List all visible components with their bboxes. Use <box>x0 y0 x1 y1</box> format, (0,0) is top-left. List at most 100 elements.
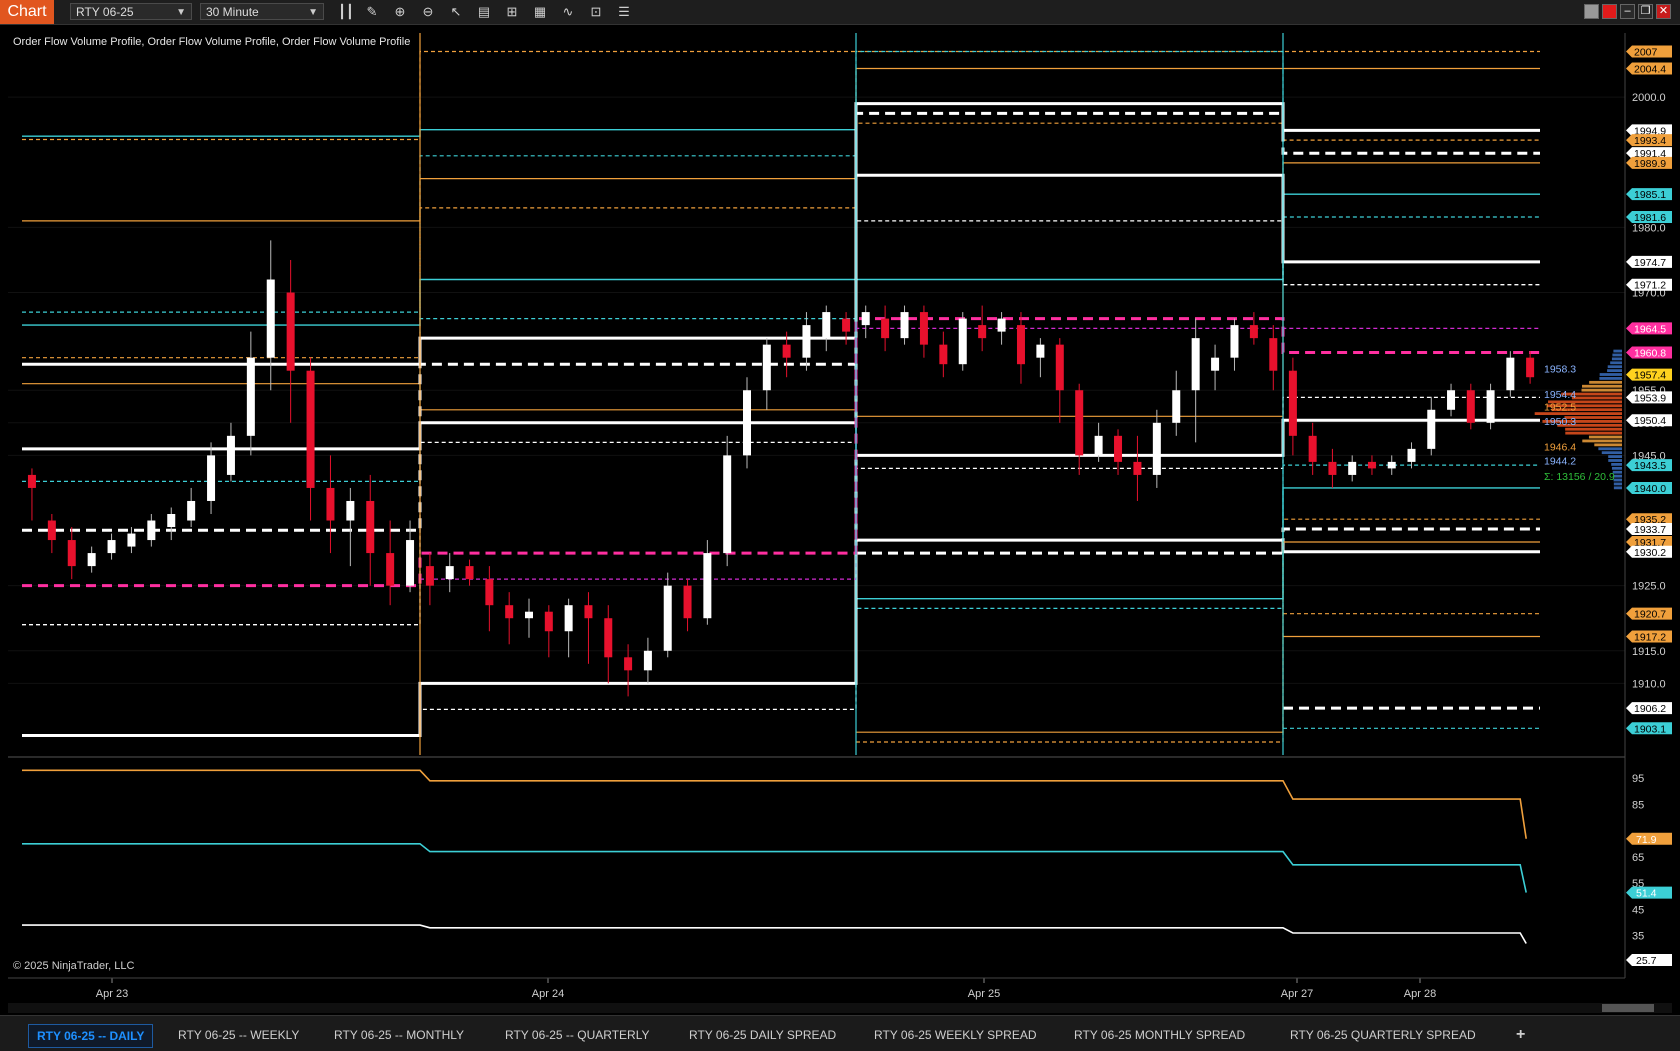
price-marker-label: 1985.1 <box>1634 189 1666 201</box>
time-tick-label: Apr 23 <box>96 988 128 1000</box>
panel-grey-icon[interactable] <box>1584 4 1599 19</box>
candle-body <box>1427 409 1436 449</box>
tab-monthly-spread[interactable]: RTY 06-25 MONTHLY SPREAD <box>1066 1024 1253 1046</box>
candle-body <box>147 520 156 541</box>
scrollbar-thumb[interactable] <box>1602 1004 1654 1012</box>
price-axis[interactable]: 1910.01915.01925.01945.01950.01955.01970… <box>1626 25 1680 1000</box>
candle-body <box>1447 390 1456 410</box>
tab-weekly[interactable]: RTY 06-25 -- WEEKLY <box>170 1024 307 1046</box>
profile-bar <box>1612 353 1622 357</box>
candle-body <box>1486 390 1495 423</box>
minimize-icon[interactable]: – <box>1620 4 1635 19</box>
candle-body <box>584 605 593 619</box>
menu-list-icon[interactable]: ☰ <box>615 3 633 21</box>
zoom-in-icon[interactable]: ⊕ <box>391 3 409 21</box>
profile-label: 1954.4 <box>1544 389 1576 401</box>
tab-daily-spread[interactable]: RTY 06-25 DAILY SPREAD <box>681 1024 844 1046</box>
candle-body <box>1133 461 1142 475</box>
candle-body <box>544 611 553 632</box>
candle-body <box>782 344 791 358</box>
candle-body <box>997 318 1006 332</box>
profile-bar <box>1582 439 1622 443</box>
indicators-icon[interactable]: ∿ <box>559 3 577 21</box>
template-icon[interactable]: ⊞ <box>503 3 521 21</box>
candle-body <box>107 540 116 554</box>
candle-body <box>604 618 613 658</box>
profile-label: 1958.3 <box>1544 364 1576 376</box>
profile-bar <box>1613 482 1622 486</box>
bar-style-icon[interactable]: ┃┃ <box>337 3 355 21</box>
tab-weekly-spread[interactable]: RTY 06-25 WEEKLY SPREAD <box>866 1024 1045 1046</box>
panel-red-icon[interactable] <box>1602 4 1617 19</box>
price-marker-label: 2004.4 <box>1634 63 1666 75</box>
profile-bar <box>1594 443 1622 447</box>
profile-bar <box>1611 462 1622 466</box>
profile-label: 1944.2 <box>1544 456 1576 468</box>
profile-bar <box>1601 451 1622 455</box>
tab-daily[interactable]: RTY 06-25 -- DAILY <box>28 1024 154 1048</box>
tab-quarterly[interactable]: RTY 06-25 -- QUARTERLY <box>497 1024 658 1046</box>
candle-body <box>266 279 275 358</box>
candle-body <box>762 344 771 391</box>
data-box-icon[interactable]: ▦ <box>531 3 549 21</box>
indicator-label: Order Flow Volume Profile, Order Flow Vo… <box>13 36 410 48</box>
chart-badge[interactable]: Chart <box>0 0 54 24</box>
candle-body <box>743 390 751 456</box>
tab-quarterly-spread[interactable]: RTY 06-25 QUARTERLY SPREAD <box>1282 1024 1484 1046</box>
candle-body <box>958 318 967 365</box>
profile-bar <box>1607 369 1622 373</box>
indicator-tick-label: 65 <box>1632 852 1644 864</box>
zoom-out-icon[interactable]: ⊖ <box>419 3 437 21</box>
candle-body <box>187 500 196 521</box>
price-marker-label: 1989.9 <box>1634 158 1666 170</box>
indicator-tick-label: 85 <box>1632 799 1644 811</box>
candle-body <box>127 533 136 547</box>
chart-toolbar: Chart RTY 06-25 ▼ 30 Minute ▼ ┃┃ ✎ ⊕ ⊖ ↖… <box>0 0 1680 25</box>
interval-selector[interactable]: 30 Minute ▼ <box>200 3 324 20</box>
candle-body <box>1328 461 1337 475</box>
copyright-label: © 2025 NinjaTrader, LLC <box>13 960 134 972</box>
candle-body <box>1506 357 1515 391</box>
candle-body <box>1367 461 1376 469</box>
restore-icon[interactable]: ❐ <box>1638 4 1653 19</box>
profile-label: 1950.3 <box>1544 416 1576 428</box>
strategies-icon[interactable]: ⊡ <box>587 3 605 21</box>
price-marker-label: 1993.4 <box>1634 135 1666 147</box>
profile-bar <box>1565 427 1622 431</box>
profile-bar <box>1599 377 1622 380</box>
price-marker-label: 1943.5 <box>1634 460 1666 472</box>
profile-bar <box>1588 435 1622 439</box>
pointer-icon[interactable]: ↖ <box>447 3 465 21</box>
price-marker-label: 1903.1 <box>1634 723 1666 735</box>
candle-body <box>683 585 692 619</box>
candle-body <box>703 553 712 619</box>
profile-bar <box>1608 459 1622 462</box>
candle-body <box>485 579 494 606</box>
instrument-selector[interactable]: RTY 06-25 ▼ <box>70 3 192 20</box>
candle-body <box>900 312 909 339</box>
properties-icon[interactable]: ▤ <box>475 3 493 21</box>
candle-body <box>1191 338 1200 391</box>
draw-pencil-icon[interactable]: ✎ <box>363 3 381 21</box>
profile-bar <box>1582 384 1622 388</box>
candle-body <box>47 520 56 541</box>
indicator-marker-label: 51.4 <box>1636 888 1657 900</box>
profile-bar <box>1613 478 1622 482</box>
candle-body <box>1249 325 1258 339</box>
price-marker-label: 1964.5 <box>1634 323 1666 335</box>
add-tab-button[interactable]: + <box>1508 1024 1533 1046</box>
price-marker-label: 1920.7 <box>1634 609 1666 621</box>
close-icon[interactable]: ✕ <box>1656 4 1671 19</box>
candle-body <box>861 312 870 326</box>
candle-body <box>1308 435 1317 462</box>
profile-bar <box>1613 474 1622 478</box>
profile-label: 1946.4 <box>1544 441 1576 453</box>
candle-body <box>366 500 375 554</box>
candle-body <box>881 318 890 339</box>
candle-body <box>406 540 415 586</box>
price-marker-label: 1953.9 <box>1634 392 1666 404</box>
horizontal-scrollbar[interactable] <box>8 1003 1672 1013</box>
price-chart[interactable]: 1958.3 1954.41952.5 1950.3 1946.4 1944.2 Σ: 1… <box>0 25 1680 1000</box>
price-marker-label: 1971.2 <box>1634 280 1666 292</box>
tab-monthly[interactable]: RTY 06-25 -- MONTHLY <box>326 1024 472 1046</box>
